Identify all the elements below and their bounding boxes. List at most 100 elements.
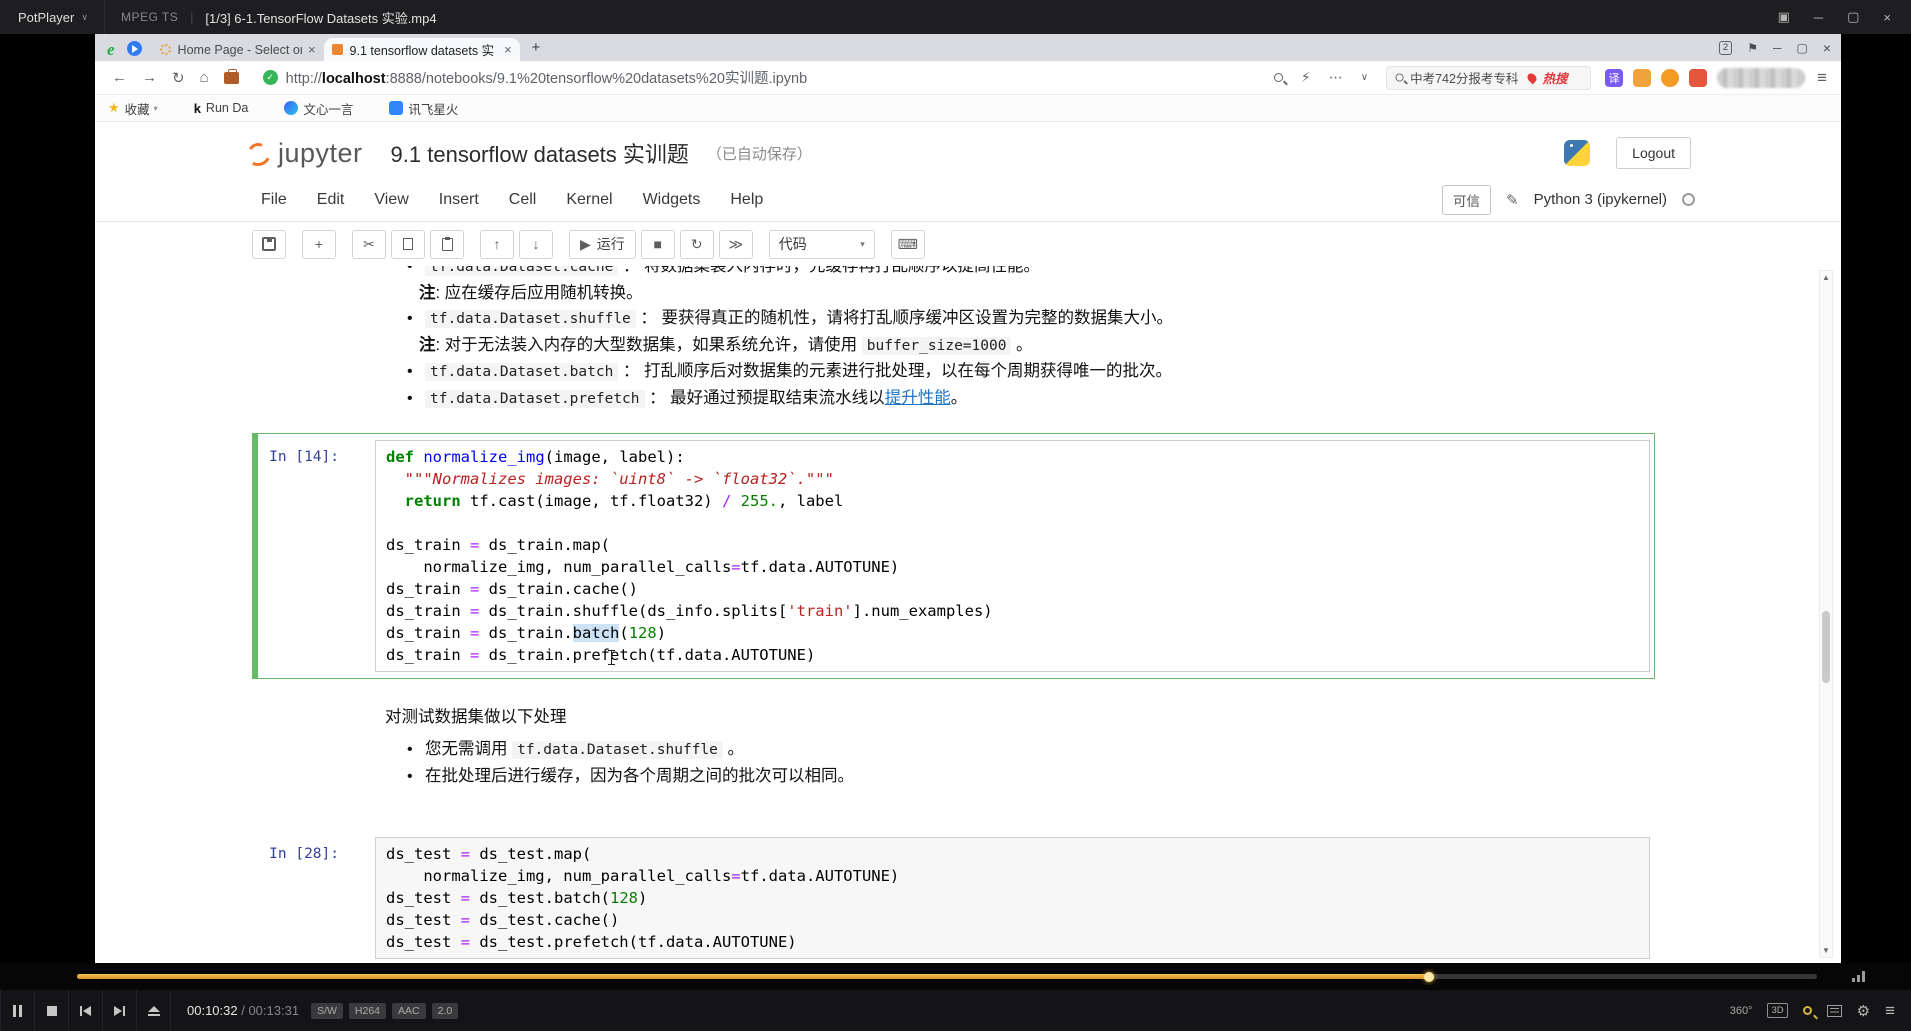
gear-icon[interactable]: ⚙ — [1857, 1002, 1870, 1020]
workspace-briefcase-icon[interactable] — [224, 72, 239, 84]
move-down-button[interactable]: ↓ — [519, 230, 553, 259]
scrollbar-thumb[interactable] — [1822, 611, 1830, 683]
close-button[interactable]: × — [1883, 10, 1891, 25]
bookmark-label: 文心一言 — [303, 99, 353, 118]
bookmarks-bar: ★ 收藏 ▾ k Run Da 文心一言 讯飞星火 — [95, 95, 1841, 122]
playlist-icon[interactable] — [1827, 1005, 1842, 1017]
caret-down-icon[interactable]: ▾ — [154, 104, 158, 113]
new-tab-button[interactable]: + — [532, 39, 541, 56]
menu-widgets[interactable]: Widgets — [643, 191, 701, 209]
browser-maximize-button[interactable]: ▢ — [1796, 41, 1807, 55]
jupyter-logo-icon[interactable] — [245, 140, 271, 166]
bookmark-item[interactable]: 文心一言 — [284, 99, 353, 118]
home-icon[interactable]: ⌂ — [200, 69, 209, 86]
maximize-button[interactable]: ▢ — [1847, 9, 1859, 25]
page-scrollbar[interactable]: ▲ ▼ — [1819, 270, 1833, 958]
restart-run-all-button[interactable]: ≫ — [719, 230, 753, 259]
cell-type-select[interactable]: 代码 ▾ — [769, 230, 875, 259]
user-account-blurred[interactable] — [1717, 68, 1805, 88]
tab-close-icon[interactable]: × — [504, 42, 512, 57]
notebook-header: jupyter 9.1 tensorflow datasets 实训题 （已自动… — [95, 128, 1841, 178]
next-button[interactable] — [103, 990, 137, 1031]
forward-icon[interactable]: → — [142, 69, 157, 86]
bookmark-item[interactable]: 讯飞星火 — [389, 99, 458, 118]
code-editor[interactable]: ds_test = ds_test.map( normalize_img, nu… — [375, 837, 1650, 959]
pin-icon[interactable]: ▣ — [1778, 9, 1790, 25]
rotate-360-button[interactable]: 360° — [1730, 1005, 1753, 1017]
scroll-up-icon[interactable]: ▲ — [1820, 273, 1832, 282]
search-box[interactable]: 中考742分报考专科 热搜 — [1386, 66, 1591, 90]
next-icon — [114, 1006, 125, 1016]
add-cell-button[interactable]: + — [302, 230, 336, 259]
audio-signal-icon[interactable] — [1852, 971, 1865, 982]
copy-cell-button[interactable] — [391, 230, 425, 259]
address-bar-tools: ⚡ ⋯ ∨ — [1274, 69, 1368, 86]
menu-file[interactable]: File — [261, 191, 287, 209]
cut-cell-button[interactable]: ✂ — [352, 230, 386, 259]
logout-button[interactable]: Logout — [1616, 137, 1691, 169]
fox-extension-icon[interactable] — [1689, 69, 1707, 87]
seek-handle[interactable] — [1424, 972, 1434, 982]
trusted-badge[interactable]: 可信 — [1442, 185, 1491, 215]
code-cell-train[interactable]: In [14]: def normalize_img(image, label)… — [252, 433, 1655, 679]
menu-kernel[interactable]: Kernel — [566, 191, 612, 209]
minimize-button[interactable]: ─ — [1814, 10, 1823, 25]
interrupt-kernel-button[interactable]: ■ — [641, 230, 675, 259]
control-panel-icon[interactable]: ≡ — [1885, 1001, 1895, 1021]
jupyter-wordmark[interactable]: jupyter — [278, 138, 363, 169]
chevron-down-icon[interactable]: ∨ — [1361, 72, 1368, 83]
command-palette-button[interactable]: ⌨ — [891, 230, 925, 259]
bookmark-favorites[interactable]: 收藏 — [125, 99, 150, 118]
video-codec-badge: H264 — [349, 1003, 386, 1019]
notebook-menu-bar: File Edit View Insert Cell Kernel Widget… — [95, 178, 1841, 222]
code-cell-test[interactable]: In [28]: ds_test = ds_test.map( normaliz… — [252, 830, 1655, 963]
reload-icon[interactable]: ↻ — [172, 69, 185, 87]
subtitle-search-icon[interactable] — [1803, 1006, 1812, 1015]
menu-insert[interactable]: Insert — [439, 191, 479, 209]
tab-notebook[interactable]: 9.1 tensorflow datasets 实 × — [324, 38, 520, 61]
seek-bar[interactable] — [77, 974, 1817, 979]
coin-icon[interactable] — [1661, 69, 1679, 87]
kernel-name: Python 3 (ipykernel) — [1534, 191, 1667, 208]
tab-home[interactable]: Home Page - Select or cre × — [152, 38, 324, 61]
scroll-down-icon[interactable]: ▼ — [1820, 946, 1832, 955]
move-up-button[interactable]: ↑ — [480, 230, 514, 259]
stream-type-label: MPEG TS — [121, 10, 178, 24]
wenxin-icon — [284, 101, 298, 115]
browser-minimize-button[interactable]: ─ — [1773, 41, 1782, 55]
open-file-button[interactable] — [137, 990, 171, 1031]
flag-icon[interactable]: ⚑ — [1747, 41, 1758, 55]
save-button[interactable] — [252, 230, 286, 259]
browser-menu-icon[interactable]: ≡ — [1817, 68, 1827, 88]
bookmark-item[interactable]: k Run Da — [194, 101, 249, 116]
paste-cell-button[interactable] — [430, 230, 464, 259]
shield-badge-icon[interactable] — [1633, 69, 1651, 87]
translate-icon[interactable]: 译 — [1605, 69, 1623, 87]
tab-close-icon[interactable]: × — [308, 42, 316, 57]
stop-button[interactable] — [35, 990, 69, 1031]
more-icon[interactable]: ⋯ — [1329, 69, 1343, 86]
lightning-icon[interactable]: ⚡ — [1301, 69, 1311, 86]
menu-help[interactable]: Help — [730, 191, 763, 209]
restart-kernel-button[interactable]: ↻ — [680, 230, 714, 259]
run-button[interactable]: ▶ 运行 — [569, 230, 636, 259]
browser-close-button[interactable]: × — [1823, 40, 1831, 56]
zoom-page-icon[interactable] — [1274, 73, 1283, 82]
video-area[interactable]: e Home Page - Select or cre × 9.1 tensor… — [0, 34, 1911, 963]
menu-view[interactable]: View — [374, 191, 408, 209]
back-icon[interactable]: ← — [112, 69, 127, 86]
address-bar[interactable]: ✓ http://localhost:8888/notebooks/9.1%20… — [263, 67, 808, 88]
menu-cell[interactable]: Cell — [509, 191, 537, 209]
menu-edit[interactable]: Edit — [317, 191, 345, 209]
app-menu-button[interactable]: PotPlayer ∨ — [0, 0, 105, 34]
quick-access-icon[interactable] — [127, 41, 142, 56]
browser-window-controls: 2 ⚑ ─ ▢ × — [1719, 34, 1831, 61]
code-editor[interactable]: def normalize_img(image, label): """Norm… — [375, 440, 1650, 672]
tab-count-badge[interactable]: 2 — [1719, 41, 1732, 55]
browser-logo-icon[interactable]: e — [107, 41, 115, 58]
chevron-down-icon: ∨ — [81, 12, 88, 23]
previous-button[interactable] — [69, 990, 103, 1031]
pause-button[interactable] — [1, 990, 35, 1031]
notebook-title[interactable]: 9.1 tensorflow datasets 实训题 — [391, 137, 689, 169]
threed-button[interactable]: 3D — [1767, 1003, 1787, 1018]
